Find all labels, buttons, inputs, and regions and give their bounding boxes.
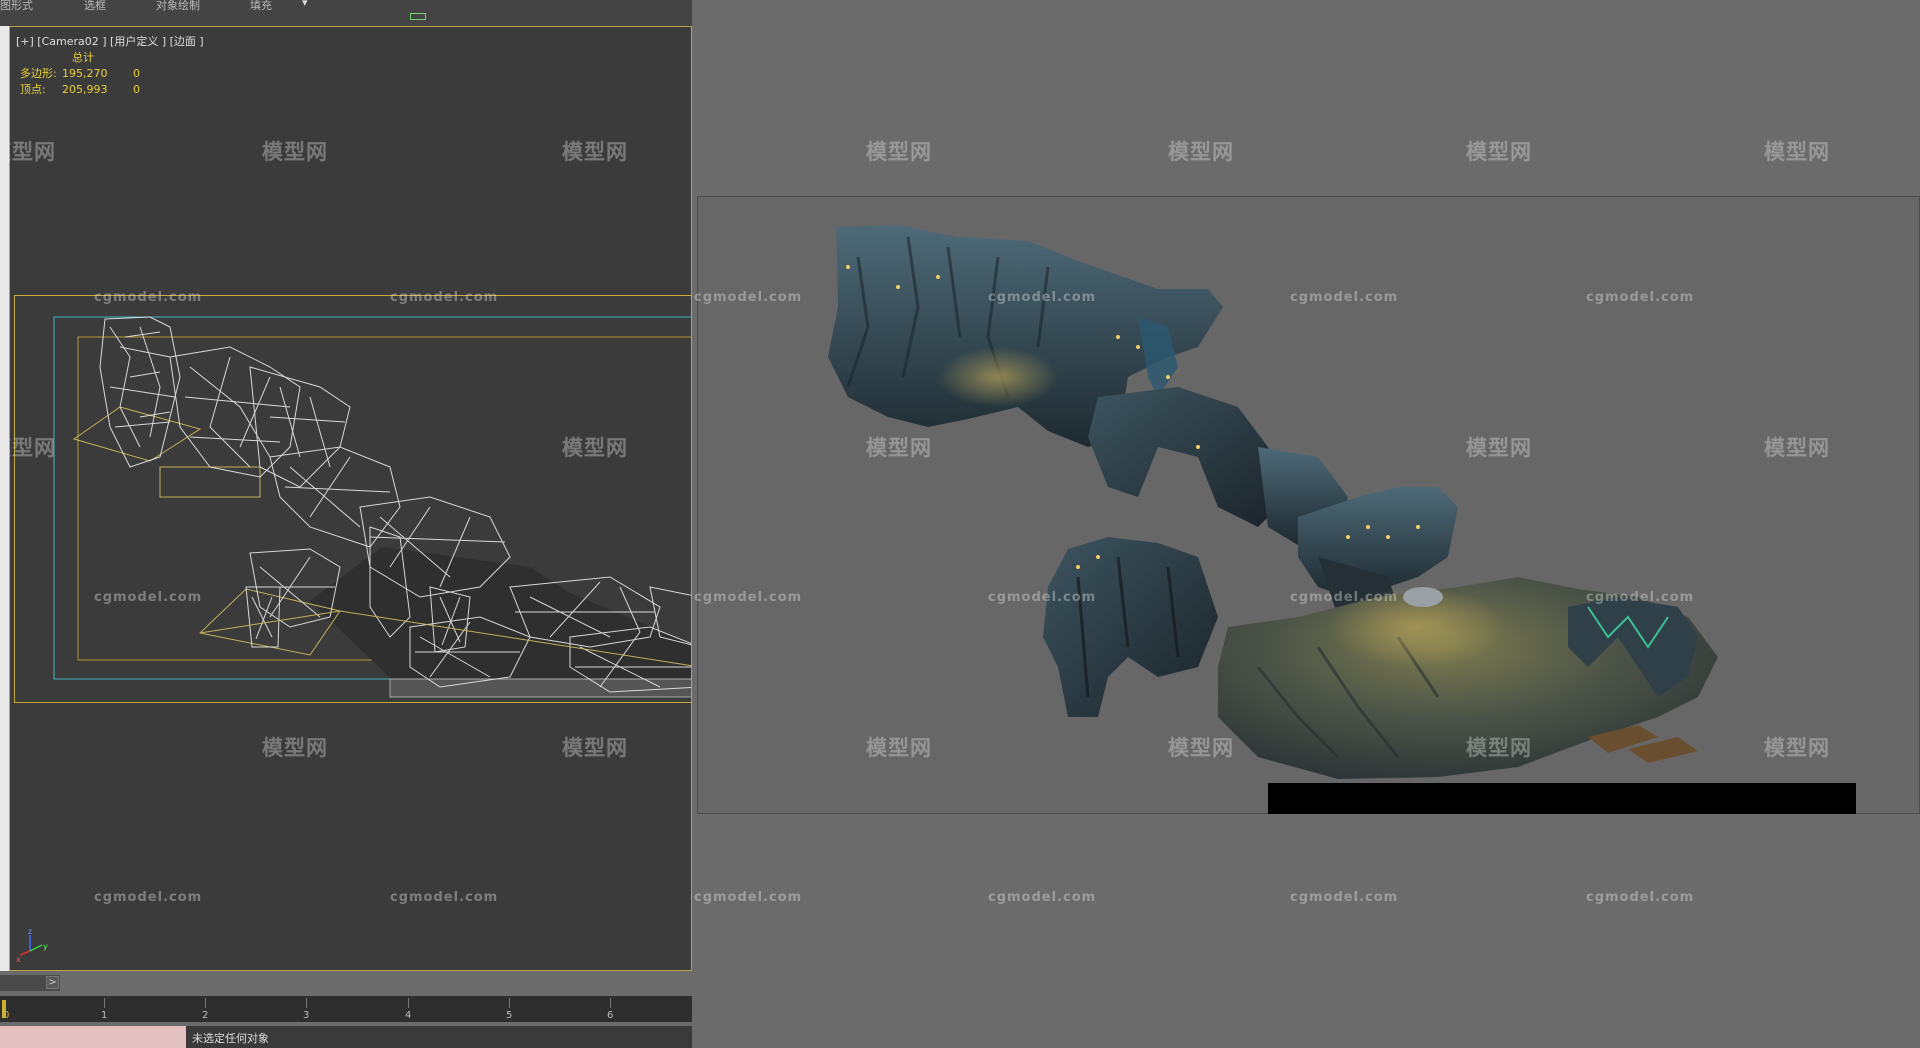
watermark-logo: 模型网 — [262, 140, 328, 164]
toolbar-label-2[interactable]: 对象绘制 — [156, 0, 200, 13]
watermark-url: cgmodel.com — [94, 590, 203, 605]
timeline-tick: 6 — [607, 1010, 614, 1021]
watermark-url: cgmodel.com — [988, 890, 1097, 905]
timeline-tick: 1 — [101, 1010, 108, 1021]
watermark-logo: 模型网 — [1168, 736, 1234, 760]
watermark-logo: 模型网 — [1466, 436, 1532, 460]
timeline-navigator: > — [0, 975, 60, 991]
top-toolbar-strip: 图形式 选框 对象绘制 填充 ▾ — [0, 0, 692, 27]
watermark-url: cgmodel.com — [1290, 890, 1399, 905]
left-panel-edge — [0, 26, 9, 971]
render-letterbox-bar — [1268, 783, 1856, 814]
toolbar-indicator — [410, 13, 426, 20]
status-bar: 未选定任何对象 — [0, 1026, 692, 1048]
timeline-next-button[interactable]: > — [46, 976, 59, 989]
watermark-url: cgmodel.com — [1586, 290, 1695, 305]
timeline-track[interactable]: 1 2 3 4 5 6 0 — [0, 996, 692, 1022]
watermark-logo: 模型网 — [1764, 140, 1830, 164]
timeline-tick: 3 — [303, 1010, 310, 1021]
toolbar-label-0[interactable]: 图形式 — [0, 0, 33, 13]
toolbar-label-1[interactable]: 选框 — [84, 0, 106, 13]
watermark-logo: 模型网 — [562, 436, 628, 460]
watermark-logo: 模型网 — [1764, 736, 1830, 760]
render-preview — [697, 196, 1920, 814]
watermark-logo: 模型网 — [262, 736, 328, 760]
wireframe-model — [53, 316, 691, 698]
timeline-tick: 4 — [405, 1010, 412, 1021]
watermark-url: cgmodel.com — [94, 890, 203, 905]
watermark-logo: 模型网 — [1466, 736, 1532, 760]
watermark-url: cgmodel.com — [694, 890, 803, 905]
watermark-url: cgmodel.com — [94, 290, 203, 305]
watermark-url: cgmodel.com — [988, 290, 1097, 305]
svg-text:z: z — [28, 927, 32, 936]
watermark-url: cgmodel.com — [1290, 590, 1399, 605]
timeline-tick: 0 — [3, 1010, 10, 1021]
svg-text:y: y — [43, 942, 48, 951]
watermark-logo: 模型网 — [866, 736, 932, 760]
watermark-url: cgmodel.com — [1586, 890, 1695, 905]
watermark-url: cgmodel.com — [1586, 590, 1695, 605]
watermark-url: cgmodel.com — [390, 890, 499, 905]
watermark-url: cgmodel.com — [988, 590, 1097, 605]
axis-gizmo-icon: z x y — [16, 927, 48, 963]
status-message: 未选定任何对象 — [192, 1032, 269, 1045]
watermark-logo: 模型网 — [866, 436, 932, 460]
camera-viewport[interactable]: [+] [Camera02 ] [用户定义 ] [边面 ] 总计 多边形: 19… — [9, 26, 692, 971]
watermark-url: cgmodel.com — [694, 290, 803, 305]
watermark-logo: 模型网 — [1764, 436, 1830, 460]
dropdown-icon[interactable]: ▾ — [302, 0, 308, 9]
watermark-logo: 模型网 — [562, 140, 628, 164]
watermark-url: cgmodel.com — [390, 290, 499, 305]
toolbar-label-3[interactable]: 填充 — [250, 0, 272, 13]
svg-text:x: x — [16, 955, 21, 963]
maxscript-listener[interactable] — [0, 1026, 186, 1048]
timeline-tick: 5 — [506, 1010, 513, 1021]
watermark-logo: 模型网 — [562, 736, 628, 760]
watermark-logo: 模型网 — [1466, 140, 1532, 164]
watermark-url: cgmodel.com — [694, 590, 803, 605]
watermark-url: cgmodel.com — [1290, 290, 1399, 305]
watermark-logo: 模型网 — [0, 436, 56, 460]
timeline-tick: 2 — [202, 1010, 209, 1021]
watermark-logo: 模型网 — [866, 140, 932, 164]
watermark-logo: 模型网 — [0, 140, 56, 164]
watermark-logo: 模型网 — [1168, 140, 1234, 164]
